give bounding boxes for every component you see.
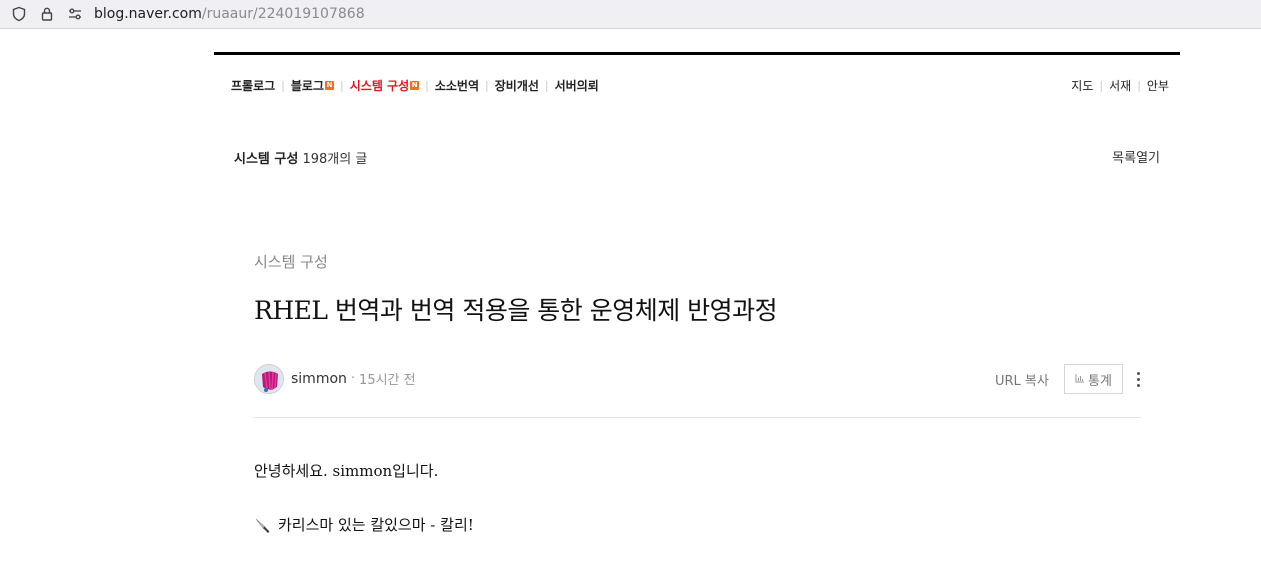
shield-icon[interactable] bbox=[10, 5, 28, 23]
category-name: 시스템 구성 bbox=[234, 152, 299, 167]
author-name[interactable]: simmon bbox=[291, 371, 347, 387]
blog-menu-right: 지도 | 서재 | 안부 bbox=[1071, 77, 1169, 94]
menu-item-label: 서버의뢰 bbox=[554, 79, 599, 93]
menu-item-blog[interactable]: 블로그 N bbox=[290, 77, 335, 94]
permissions-icon[interactable] bbox=[66, 5, 84, 23]
menu-item-label: 블로그 bbox=[290, 79, 325, 93]
menu-item-guestbook[interactable]: 안부 bbox=[1147, 77, 1169, 94]
post-paragraph-text: 카리스마 있는 칼있으마 - 칼리! bbox=[278, 516, 474, 534]
top-divider-line bbox=[214, 52, 1180, 55]
menu-separator: | bbox=[485, 79, 489, 92]
lock-icon[interactable] bbox=[38, 5, 56, 23]
url-host: blog.naver.com bbox=[94, 6, 202, 22]
open-list-button[interactable]: 목록열기 bbox=[1112, 147, 1160, 166]
post-time: 15시간 전 bbox=[359, 373, 416, 388]
bar-chart-icon bbox=[1075, 372, 1085, 387]
post-meta: simmon · 15시간 전 bbox=[254, 363, 416, 394]
category-header: 시스템 구성 198개의 글 bbox=[234, 148, 367, 167]
menu-item-label: 프롤로그 bbox=[231, 79, 276, 93]
address-bar[interactable]: blog.naver.com/ruaaur/224019107868 bbox=[0, 0, 1261, 29]
post-category-link[interactable]: 시스템 구성 bbox=[254, 251, 328, 272]
post-paragraph: 안녕하세요. simmon입니다. bbox=[254, 462, 439, 480]
knife-icon bbox=[254, 516, 272, 534]
menu-item-system-config[interactable]: 시스템 구성 N bbox=[349, 77, 420, 94]
more-options-icon[interactable] bbox=[1130, 366, 1146, 392]
post-title: RHEL 번역과 번역 적용을 통한 운영체제 반영과정 bbox=[254, 296, 778, 325]
meta-separator: · bbox=[350, 371, 356, 386]
blog-menu: 프롤로그 | 블로그 N | 시스템 구성 N | 소소번역 | 장비개선 | 서버… bbox=[231, 77, 599, 94]
category-post-count: 198개의 글 bbox=[302, 152, 368, 167]
avatar[interactable] bbox=[254, 363, 284, 394]
menu-item-server-request[interactable]: 서버의뢰 bbox=[555, 77, 599, 94]
url-text[interactable]: blog.naver.com/ruaaur/224019107868 bbox=[94, 6, 365, 22]
menu-item-label: 소소번역 bbox=[434, 79, 480, 93]
menu-separator: | bbox=[544, 79, 549, 92]
post-header-divider bbox=[254, 417, 1141, 418]
menu-item-map[interactable]: 지도 bbox=[1071, 77, 1093, 94]
menu-item-library[interactable]: 서재 bbox=[1109, 77, 1131, 94]
menu-separator: | bbox=[1137, 79, 1141, 92]
stats-label: 통계 bbox=[1088, 373, 1112, 389]
menu-separator: | bbox=[425, 79, 429, 92]
menu-item-label: 장비개선 bbox=[494, 79, 539, 93]
stats-button[interactable]: 통계 bbox=[1064, 364, 1123, 394]
menu-item-translation[interactable]: 소소번역 bbox=[435, 77, 479, 94]
new-badge: N bbox=[410, 81, 420, 90]
menu-item-equipment[interactable]: 장비개선 bbox=[495, 77, 539, 94]
menu-separator: | bbox=[281, 79, 285, 92]
new-badge: N bbox=[325, 81, 335, 90]
url-path: /ruaaur/224019107868 bbox=[201, 6, 365, 22]
menu-item-label: 시스템 구성 bbox=[349, 79, 410, 93]
menu-item-prologue[interactable]: 프롤로그 bbox=[231, 77, 275, 94]
menu-separator: | bbox=[340, 79, 344, 92]
url-copy-button[interactable]: URL 복사 bbox=[995, 370, 1049, 389]
post-paragraph: 카리스마 있는 칼있으마 - 칼리! bbox=[254, 514, 474, 535]
menu-separator: | bbox=[1099, 79, 1104, 92]
